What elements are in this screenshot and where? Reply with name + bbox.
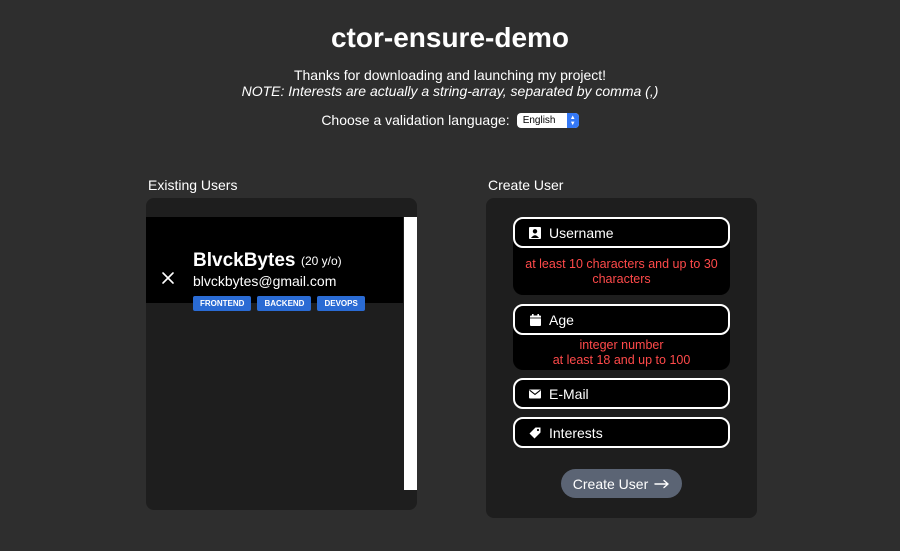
user-age: (20 y/o)	[301, 254, 342, 268]
username-field[interactable]: Username	[513, 217, 730, 248]
existing-users-label: Existing Users	[148, 177, 238, 193]
language-select[interactable]: English ▲ ▼	[516, 113, 579, 128]
age-field[interactable]: Age	[513, 304, 730, 335]
envelope-icon	[529, 388, 541, 400]
create-user-button-label: Create User	[572, 475, 649, 492]
age-error-line2: at least 18 and up to 100	[552, 353, 691, 367]
interests-group: Interests	[513, 417, 730, 448]
language-label: Choose a validation language:	[321, 111, 510, 128]
language-selected: English	[522, 115, 556, 126]
user-email: blvckbytes@gmail.com	[193, 273, 337, 289]
username-error: at least 10 characters and up to 30 char…	[525, 257, 718, 286]
interests-field[interactable]: Interests	[513, 417, 730, 448]
email-group: E-Mail	[513, 378, 730, 409]
email-field[interactable]: E-Mail	[513, 378, 730, 409]
age-error: integer number at least 18 and up to 100	[513, 338, 730, 368]
calendar-icon	[529, 313, 541, 326]
create-user-label: Create User	[488, 177, 564, 193]
select-arrows-icon: ▲ ▼	[566, 113, 579, 128]
email-placeholder: E-Mail	[549, 385, 589, 402]
tag-badge: DEVOPS	[317, 296, 365, 311]
interests-placeholder: Interests	[549, 424, 603, 441]
users-scrollbar[interactable]	[404, 217, 417, 490]
user-tags: FRONTEND BACKEND DEVOPS	[193, 296, 365, 311]
age-error-line1: integer number	[579, 338, 664, 352]
tag-badge: FRONTEND	[193, 296, 252, 311]
user-card: BlvckBytes (20 y/o) blvckbytes@gmail.com…	[146, 217, 403, 311]
tag-icon	[529, 427, 541, 439]
user-icon	[529, 226, 541, 239]
create-user-panel: Username at least 10 characters and up t…	[486, 198, 757, 518]
intro-thanks: Thanks for downloading and launching my …	[293, 67, 607, 83]
arrow-right-icon	[654, 476, 670, 492]
age-placeholder: Age	[549, 311, 574, 328]
username-group: Username at least 10 characters and up t…	[513, 217, 730, 295]
language-row: Choose a validation language: English ▲ ▼	[0, 111, 900, 128]
delete-user-icon[interactable]	[160, 270, 176, 286]
intro-note: NOTE: Interests are actually a string-ar…	[241, 83, 659, 99]
user-name: BlvckBytes	[193, 250, 296, 271]
create-user-button[interactable]: Create User	[561, 469, 682, 498]
age-group: Age integer number at least 18 and up to…	[513, 304, 730, 370]
username-placeholder: Username	[549, 224, 614, 241]
app-title: ctor-ensure-demo	[330, 22, 570, 53]
tag-badge: BACKEND	[257, 296, 312, 311]
existing-users-panel: BlvckBytes (20 y/o) blvckbytes@gmail.com…	[146, 198, 417, 510]
intro-text: Thanks for downloading and launching my …	[0, 67, 900, 99]
